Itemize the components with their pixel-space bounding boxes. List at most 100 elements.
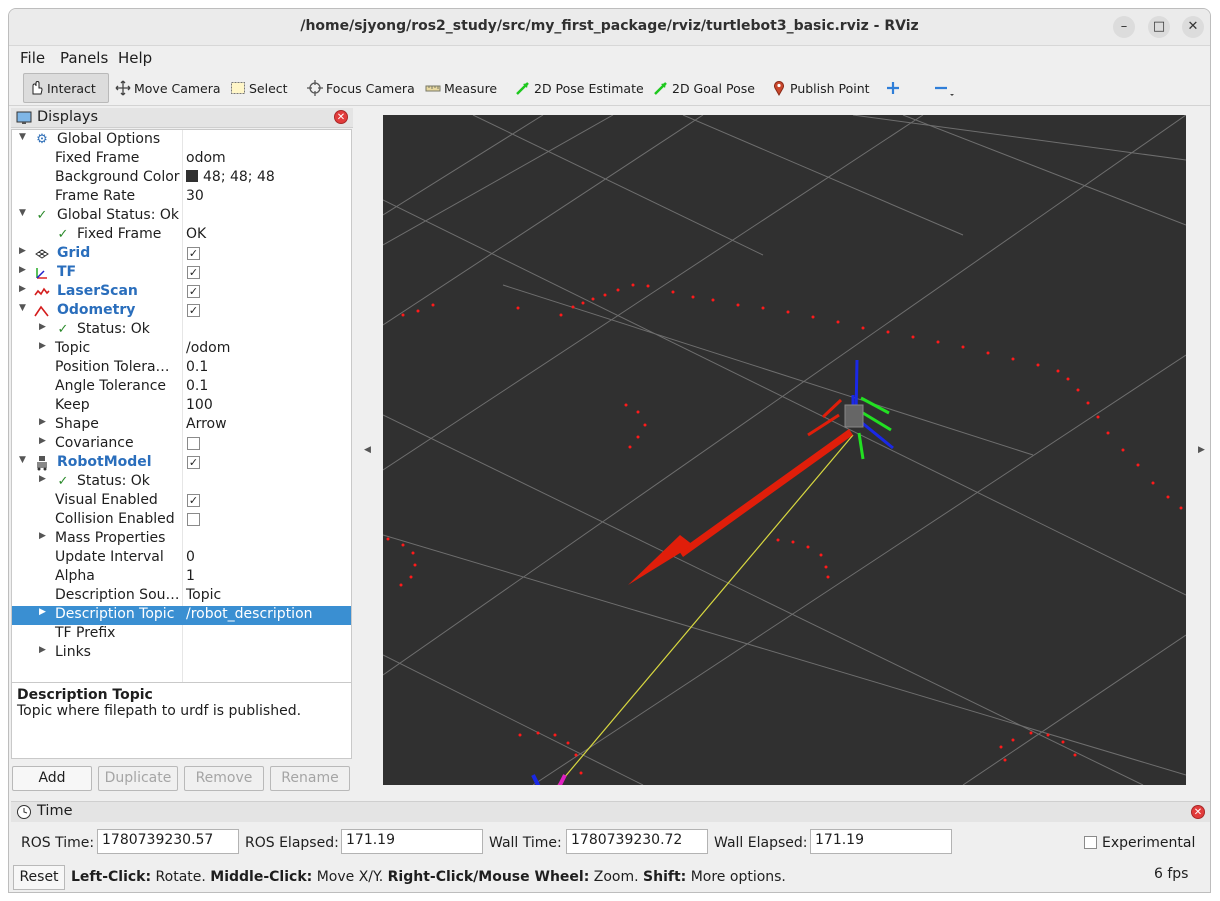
close-window-button[interactable]: ✕	[1182, 16, 1204, 38]
interact-tool[interactable]: Interact	[23, 73, 109, 103]
tree-row-alpha[interactable]: Alpha 1	[12, 568, 351, 587]
collapse-arrow-icon[interactable]: ▶	[39, 607, 46, 617]
collapse-arrow-icon[interactable]: ▶	[39, 645, 46, 655]
robotmodel-checkbox[interactable]: ✓	[187, 456, 200, 469]
wall-elapsed-field[interactable]: 171.19	[810, 829, 952, 854]
tree-row-description-topic[interactable]: ▶ Description Topic /robot_description	[12, 606, 351, 625]
tree-row-robotmodel[interactable]: ▼ RobotModel ✓	[12, 454, 351, 473]
experimental-checkbox[interactable]	[1084, 836, 1097, 849]
wall-time-field[interactable]: 1780739230.72	[566, 829, 708, 854]
row-value[interactable]: 0.1	[186, 378, 208, 394]
laserscan-checkbox[interactable]: ✓	[187, 285, 200, 298]
collapse-arrow-icon[interactable]: ▶	[39, 531, 46, 541]
tree-row-fixed-frame[interactable]: Fixed Frame odom	[12, 150, 351, 169]
tree-row-fixed-frame-status[interactable]: ✓ Fixed Frame OK	[12, 226, 351, 245]
tree-row-keep[interactable]: Keep 100	[12, 397, 351, 416]
right-collapse-handle-icon[interactable]: ▶	[1198, 445, 1205, 455]
clock-icon	[16, 804, 32, 824]
tree-row-odometry[interactable]: ▼ Odometry ✓	[12, 302, 351, 321]
collapse-arrow-icon[interactable]: ▶	[19, 265, 26, 275]
hint-text: More options.	[686, 869, 786, 885]
tree-row-grid[interactable]: ▶ Grid ✓	[12, 245, 351, 264]
collapse-arrow-icon[interactable]: ▶	[39, 417, 46, 427]
menu-panels[interactable]: Panels	[60, 49, 108, 67]
row-value[interactable]: 48; 48; 48	[186, 169, 275, 185]
goal-pose-tool[interactable]: 2D Goal Pose	[649, 73, 759, 103]
expand-arrow-icon[interactable]: ▼	[19, 455, 26, 465]
row-value[interactable]: 30	[186, 188, 204, 204]
collapse-arrow-icon[interactable]: ▶	[39, 341, 46, 351]
ros-time-field[interactable]: 1780739230.57	[97, 829, 239, 854]
tree-row-robot-status[interactable]: ▶ ✓ Status: Ok	[12, 473, 351, 492]
collapse-arrow-icon[interactable]: ▶	[39, 322, 46, 332]
row-label: Shape	[55, 416, 99, 432]
remove-tool-button[interactable]	[929, 73, 956, 103]
expand-arrow-icon[interactable]: ▼	[19, 132, 26, 142]
tree-row-laserscan[interactable]: ▶ LaserScan ✓	[12, 283, 351, 302]
publish-point-tool[interactable]: Publish Point	[767, 73, 874, 103]
tree-row-mass-properties[interactable]: ▶ Mass Properties	[12, 530, 351, 549]
tree-row-description-source[interactable]: Description Sou… Topic	[12, 587, 351, 606]
pose-estimate-tool[interactable]: 2D Pose Estimate	[511, 73, 648, 103]
grid-checkbox[interactable]: ✓	[187, 247, 200, 260]
expand-arrow-icon[interactable]: ▼	[19, 303, 26, 313]
row-value[interactable]: 0.1	[186, 359, 208, 375]
tree-row-tf-prefix[interactable]: TF Prefix	[12, 625, 351, 644]
collapse-arrow-icon[interactable]: ▶	[19, 284, 26, 294]
move-camera-tool[interactable]: Move Camera	[111, 73, 225, 103]
row-value[interactable]: Arrow	[186, 416, 227, 432]
collapse-arrow-icon[interactable]: ▶	[19, 246, 26, 256]
3d-render-viewport[interactable]	[382, 114, 1187, 788]
tree-row-collision-enabled[interactable]: Collision Enabled	[12, 511, 351, 530]
add-button[interactable]: Add	[12, 766, 92, 791]
tree-row-shape[interactable]: ▶ Shape Arrow	[12, 416, 351, 435]
tree-row-frame-rate[interactable]: Frame Rate 30	[12, 188, 351, 207]
collision-enabled-checkbox[interactable]	[187, 513, 200, 526]
menu-file[interactable]: File	[20, 49, 45, 67]
row-value[interactable]: 100	[186, 397, 213, 413]
collapse-arrow-icon[interactable]: ▶	[39, 474, 46, 484]
maximize-button[interactable]: □	[1148, 16, 1170, 38]
row-value[interactable]: odom	[186, 150, 226, 166]
row-value[interactable]: /robot_description	[186, 606, 313, 622]
tree-row-odometry-status[interactable]: ▶ ✓ Status: Ok	[12, 321, 351, 340]
tree-row-update-interval[interactable]: Update Interval 0	[12, 549, 351, 568]
tf-checkbox[interactable]: ✓	[187, 266, 200, 279]
tree-row-tf[interactable]: ▶ TF ✓	[12, 264, 351, 283]
visual-enabled-checkbox[interactable]: ✓	[187, 494, 200, 507]
scene-svg[interactable]	[382, 114, 1187, 788]
odometry-checkbox[interactable]: ✓	[187, 304, 200, 317]
tree-row-global-options[interactable]: ▼ ⚙ Global Options	[12, 131, 351, 150]
expand-arrow-icon[interactable]: ▼	[19, 208, 26, 218]
row-value[interactable]: 0	[186, 549, 195, 565]
close-time-panel-icon[interactable]: ✕	[1191, 805, 1205, 819]
select-tool[interactable]: Select	[226, 73, 292, 103]
minimize-button[interactable]: –	[1113, 16, 1135, 38]
tree-row-background-color[interactable]: Background Color 48; 48; 48	[12, 169, 351, 188]
tree-row-links[interactable]: ▶ Links	[12, 644, 351, 663]
tree-row-angle-tolerance[interactable]: Angle Tolerance 0.1	[12, 378, 351, 397]
reset-button[interactable]: Reset	[13, 865, 65, 890]
tree-row-topic[interactable]: ▶ Topic /odom	[12, 340, 351, 359]
row-value[interactable]: /odom	[186, 340, 230, 356]
close-displays-panel-icon[interactable]: ✕	[334, 110, 348, 124]
ros-elapsed-field[interactable]: 171.19	[341, 829, 483, 854]
menu-help[interactable]: Help	[118, 49, 152, 67]
tree-row-position-tolerance[interactable]: Position Tolera… 0.1	[12, 359, 351, 378]
checkmark-icon: ✓	[57, 227, 69, 242]
left-collapse-handle-icon[interactable]: ◀	[364, 445, 371, 455]
measure-tool[interactable]: Measure	[421, 73, 501, 103]
duplicate-button[interactable]: Duplicate	[98, 766, 178, 791]
row-value[interactable]: 1	[186, 568, 195, 584]
row-value[interactable]: Topic	[186, 587, 221, 603]
tree-row-visual-enabled[interactable]: Visual Enabled ✓	[12, 492, 351, 511]
collapse-arrow-icon[interactable]: ▶	[39, 436, 46, 446]
rename-button[interactable]: Rename	[270, 766, 350, 791]
tree-row-covariance[interactable]: ▶ Covariance	[12, 435, 351, 454]
add-tool-button[interactable]	[881, 73, 908, 103]
focus-camera-tool[interactable]: Focus Camera	[303, 73, 419, 103]
grid-icon	[34, 246, 50, 262]
covariance-checkbox[interactable]	[187, 437, 200, 450]
tree-row-global-status[interactable]: ▼ ✓ Global Status: Ok	[12, 207, 351, 226]
remove-button[interactable]: Remove	[184, 766, 264, 791]
